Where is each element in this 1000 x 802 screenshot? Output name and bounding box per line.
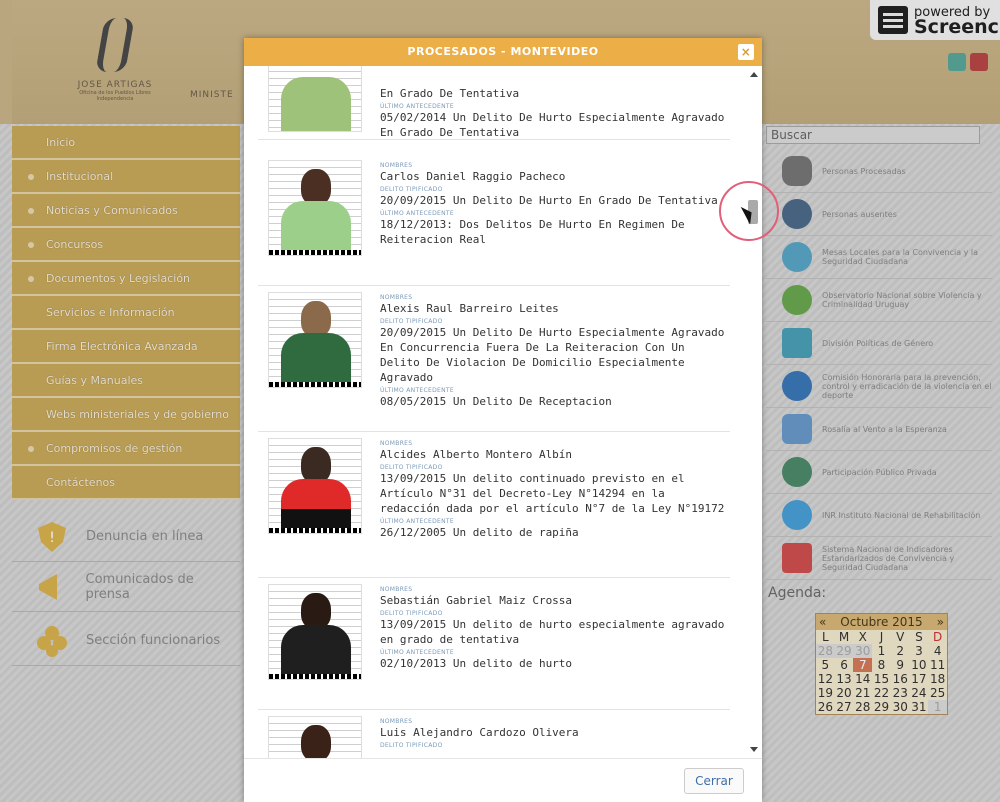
delito-label: DELITO TIPIFICADO xyxy=(380,464,443,471)
modal-title: PROCESADOS - MONTEVIDEO xyxy=(407,45,599,58)
delito-label: DELITO TIPIFICADO xyxy=(380,318,443,325)
antecedente-value: 05/02/2014 Un Delito De Hurto Especialme… xyxy=(380,111,725,139)
delito-value: 13/09/2015 Un delito continuado previsto… xyxy=(380,472,725,515)
procesados-modal: PROCESADOS - MONTEVIDEO × En Grado De Te… xyxy=(244,38,762,802)
nombres-label: NOMBRES xyxy=(380,294,413,301)
list-item: NOMBRES Carlos Daniel Raggio Pacheco DEL… xyxy=(258,154,730,286)
nombres-value: Luis Alejandro Cardozo Olivera xyxy=(380,726,579,739)
list-item: NOMBRES Sebastián Gabriel Maiz Crossa DE… xyxy=(258,578,730,710)
antecedente-label: ÚLTIMO ANTECEDENTE xyxy=(380,518,454,525)
antecedente-value: 26/12/2005 Un delito de rapiña xyxy=(380,526,579,539)
antecedente-label: ÚLTIMO ANTECEDENTE xyxy=(380,210,454,217)
nombres-label: NOMBRES xyxy=(380,162,413,169)
delito-value: 20/09/2015 Un Delito De Hurto Especialme… xyxy=(380,326,725,384)
list-item: En Grado De Tentativa ÚLTIMO ANTECEDENTE… xyxy=(258,66,730,140)
delito-label: DELITO TIPIFICADO xyxy=(380,742,443,749)
scroll-up-icon[interactable] xyxy=(750,72,758,77)
mugshot-photo xyxy=(268,584,362,680)
mugshot-photo xyxy=(268,292,362,388)
mugshot-photo xyxy=(268,438,362,534)
list-item: NOMBRES Alexis Raul Barreiro Leites DELI… xyxy=(258,286,730,432)
nombres-label: NOMBRES xyxy=(380,586,413,593)
cerrar-button[interactable]: Cerrar xyxy=(684,768,744,794)
delito-value: 20/09/2015 Un Delito De Hurto En Grado D… xyxy=(380,194,718,207)
nombres-value: Alexis Raul Barreiro Leites xyxy=(380,302,559,315)
nombres-value: Carlos Daniel Raggio Pacheco xyxy=(380,170,566,183)
modal-scrollbar[interactable] xyxy=(748,70,758,754)
close-icon[interactable]: × xyxy=(738,44,754,60)
antecedente-label: ÚLTIMO ANTECEDENTE xyxy=(380,387,454,394)
mugshot-photo xyxy=(268,160,362,256)
delito-value: 13/09/2015 Un delito de hurto especialme… xyxy=(380,618,725,646)
list-item: NOMBRES Luis Alejandro Cardozo Olivera D… xyxy=(258,710,730,758)
antecedente-value: 08/05/2015 Un Delito De Receptacion xyxy=(380,395,612,408)
delito-label: DELITO TIPIFICADO xyxy=(380,186,443,193)
nombres-label: NOMBRES xyxy=(380,718,413,725)
delito-value: En Grado De Tentativa xyxy=(380,87,520,100)
modal-body[interactable]: En Grado De Tentativa ÚLTIMO ANTECEDENTE… xyxy=(244,66,762,758)
antecedente-value: 02/10/2013 Un delito de hurto xyxy=(380,657,573,670)
mugshot-photo xyxy=(268,66,362,132)
antecedente-value: 18/12/2013: Dos Delitos De Hurto En Regi… xyxy=(380,218,685,246)
nombres-value: Alcides Alberto Montero Albín xyxy=(380,448,573,461)
antecedente-label: ÚLTIMO ANTECEDENTE xyxy=(380,103,454,110)
antecedente-label: ÚLTIMO ANTECEDENTE xyxy=(380,649,454,656)
list-item: NOMBRES Alcides Alberto Montero Albín DE… xyxy=(258,432,730,578)
nombres-value: Sebastián Gabriel Maiz Crossa xyxy=(380,594,573,607)
modal-footer: Cerrar xyxy=(244,758,762,802)
modal-header: PROCESADOS - MONTEVIDEO × xyxy=(244,38,762,66)
nombres-label: NOMBRES xyxy=(380,440,413,447)
scroll-down-icon[interactable] xyxy=(750,747,758,752)
delito-label: DELITO TIPIFICADO xyxy=(380,610,443,617)
mugshot-photo xyxy=(268,716,362,758)
